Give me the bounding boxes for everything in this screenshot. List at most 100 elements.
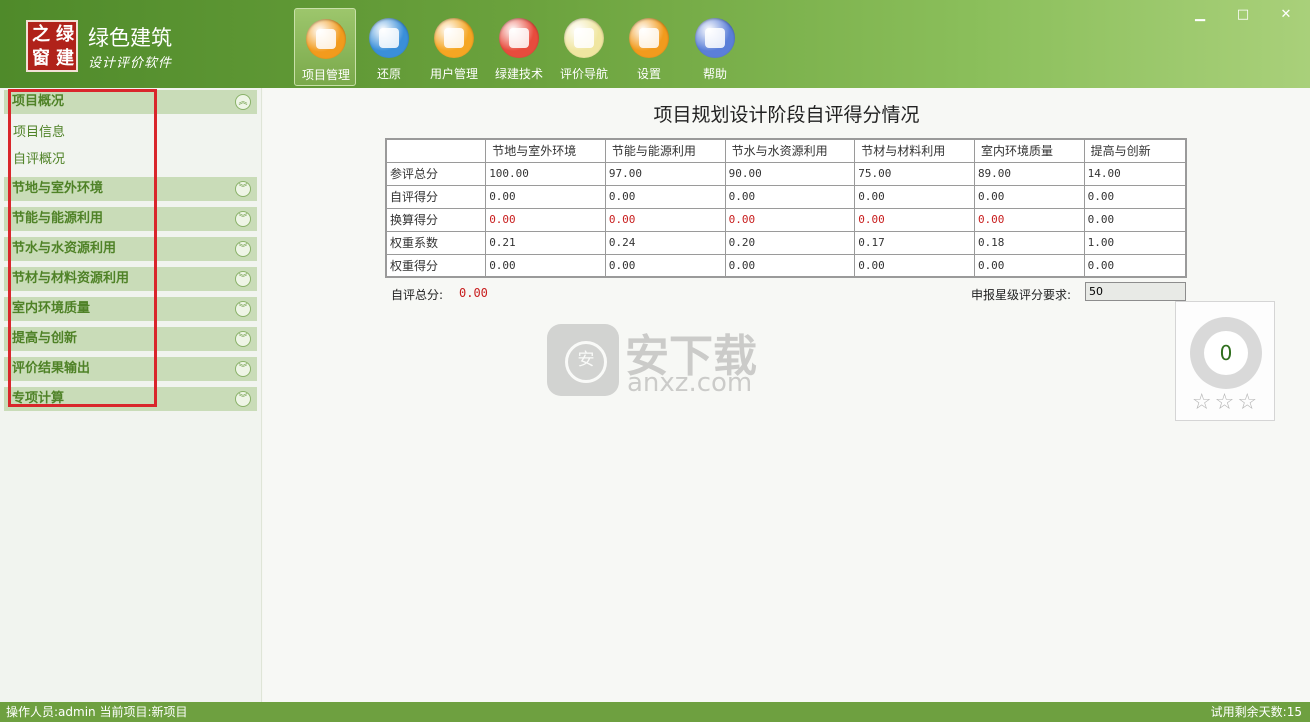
table-cell[interactable]: 0.00 [724, 184, 856, 209]
help-button[interactable]: 帮助 [684, 8, 746, 86]
table-header-row: 节地与室外环境 节能与能源利用 节水与水资源利用 节材与材料利用 室内环境质量 … [385, 138, 1187, 163]
sidebar-item-self-eval-overview[interactable]: 自评概况 [13, 148, 65, 167]
table-cell[interactable]: 1.00 [1083, 230, 1187, 255]
sidebar-section-label: 专项计算 [12, 391, 65, 406]
chevron-down-icon[interactable]: ︾ [235, 361, 251, 377]
table-cell[interactable]: 0.24 [604, 230, 726, 255]
sidebar-section-project-overview[interactable]: 项目概况 ︽ [4, 90, 257, 114]
table-cell[interactable]: 0.21 [485, 230, 606, 255]
app-title: 绿色建筑 [88, 26, 172, 50]
sidebar-section-materials[interactable]: 节材与材料资源利用 ︾ [4, 267, 257, 291]
network-icon [499, 18, 539, 58]
restore-button[interactable]: 还原 [358, 8, 420, 86]
sidebar-section-label: 节能与能源利用 [12, 211, 104, 226]
table-cell[interactable]: 100.00 [485, 161, 606, 186]
table-cell[interactable]: 75.00 [854, 161, 975, 186]
table-cell[interactable]: 89.00 [973, 161, 1085, 186]
table-cell[interactable]: 0.00 [604, 253, 726, 278]
chevron-down-icon[interactable]: ︾ [235, 271, 251, 287]
table-cell[interactable]: 0.00 [1083, 253, 1187, 278]
status-left: 操作人员:admin 当前项目:新项目 [6, 705, 188, 719]
restore-icon [369, 18, 409, 58]
row-label: 权重系数 [385, 230, 487, 255]
sidebar-section-label: 节水与水资源利用 [12, 241, 117, 256]
sidebar-section-label: 节地与室外环境 [12, 181, 104, 196]
table-cell[interactable]: 0.18 [973, 230, 1085, 255]
table-cell[interactable]: 0.00 [1083, 184, 1187, 209]
star-requirement-input[interactable] [1085, 282, 1186, 301]
table-cell[interactable]: 97.00 [604, 161, 726, 186]
chevron-down-icon[interactable]: ︾ [235, 391, 251, 407]
sidebar-nav: 项目概况 ︽ 项目信息 自评概况 节地与室外环境 ︾ 节能与能源利用 ︾ 节水与… [0, 88, 262, 702]
logo-char: 建 [56, 48, 74, 69]
table-cell[interactable]: 0.00 [973, 184, 1085, 209]
score-gauge: 0 ☆☆☆ [1175, 301, 1275, 421]
table-cell[interactable]: 0.00 [724, 253, 856, 278]
table-cell[interactable]: 0.00 [854, 207, 975, 232]
sidebar-section-results-output[interactable]: 评价结果输出 ︾ [4, 357, 257, 381]
chevron-down-icon[interactable]: ︾ [235, 331, 251, 347]
table-cell[interactable]: 0.00 [485, 207, 606, 232]
star-rating-icon: ☆☆☆ [1191, 390, 1261, 415]
sidebar-section-water[interactable]: 节水与水资源利用 ︾ [4, 237, 257, 261]
star-requirement-label: 申报星级评分要求: [971, 288, 1072, 302]
chevron-down-icon[interactable]: ︾ [235, 241, 251, 257]
table-cell[interactable]: 0.00 [604, 207, 726, 232]
toolbar-label: 设置 [636, 67, 661, 81]
sidebar-section-indoor[interactable]: 室内环境质量 ︾ [4, 297, 257, 321]
sidebar-item-project-info[interactable]: 项目信息 [13, 121, 65, 140]
table-cell[interactable]: 0.00 [485, 184, 606, 209]
row-label: 自评得分 [385, 184, 487, 209]
page-title: 项目规划设计阶段自评得分情况 [653, 104, 920, 126]
table-cell[interactable]: 0.00 [854, 184, 975, 209]
close-button[interactable]: ✕ [1276, 6, 1296, 24]
table-cell[interactable]: 0.00 [485, 253, 606, 278]
chevron-down-icon[interactable]: ︾ [235, 211, 251, 227]
sidebar-section-label: 提高与创新 [12, 331, 78, 346]
status-trial-days: 试用剩余天数:15 [1210, 705, 1302, 719]
user-icon [434, 18, 474, 58]
chevron-up-icon[interactable]: ︽ [235, 94, 251, 110]
sidebar-section-energy[interactable]: 节能与能源利用 ︾ [4, 207, 257, 231]
sidebar-section-innovation[interactable]: 提高与创新 ︾ [4, 327, 257, 351]
app-subtitle: 设计评价软件 [88, 56, 173, 71]
chevron-down-icon[interactable]: ︾ [235, 301, 251, 317]
table-cell[interactable]: 0.00 [973, 253, 1085, 278]
table-cell[interactable]: 0.00 [973, 207, 1085, 232]
toolbar-label: 用户管理 [429, 67, 478, 81]
green-tech-button[interactable]: 绿建技术 [488, 8, 550, 86]
table-row: 换算得分 0.00 0.00 0.00 0.00 0.00 0.00 [385, 207, 1187, 232]
chevron-down-icon[interactable]: ︾ [235, 181, 251, 197]
gear-icon [629, 18, 669, 58]
table-cell[interactable]: 0.20 [724, 230, 856, 255]
table-cell[interactable]: 0.00 [854, 253, 975, 278]
user-management-button[interactable]: 用户管理 [423, 8, 485, 86]
app-logo: 之 绿 窗 建 [26, 20, 78, 72]
table-cell[interactable]: 0.00 [604, 184, 726, 209]
table-cell[interactable]: 0.17 [854, 230, 975, 255]
evaluation-nav-button[interactable]: 评价导航 [553, 8, 615, 86]
minimize-button[interactable]: ▁ [1190, 6, 1210, 24]
maximize-button[interactable]: □ [1233, 6, 1253, 24]
table-cell[interactable]: 90.00 [724, 161, 856, 186]
toolbar-label: 项目管理 [301, 68, 350, 82]
sidebar-section-special-calc[interactable]: 专项计算 ︾ [4, 387, 257, 411]
table-row: 参评总分 100.00 97.00 90.00 75.00 89.00 14.00 [385, 161, 1187, 186]
column-header: 提高与创新 [1083, 138, 1187, 163]
toolbar-label: 绿建技术 [494, 67, 543, 81]
toolbar-label: 还原 [376, 67, 401, 81]
table-cell[interactable]: 14.00 [1083, 161, 1187, 186]
settings-button[interactable]: 设置 [618, 8, 680, 86]
sidebar-section-land[interactable]: 节地与室外环境 ︾ [4, 177, 257, 201]
column-header: 节材与材料利用 [854, 138, 975, 163]
column-header: 节水与水资源利用 [724, 138, 856, 163]
status-bar: 操作人员:admin 当前项目:新项目 试用剩余天数:15 [0, 702, 1310, 722]
row-label: 参评总分 [385, 161, 487, 186]
table-cell[interactable]: 0.00 [1083, 207, 1187, 232]
table-row: 权重得分 0.00 0.00 0.00 0.00 0.00 0.00 [385, 253, 1187, 278]
table-cell[interactable]: 0.00 [724, 207, 856, 232]
logo-char: 窗 [32, 48, 50, 69]
table-row: 自评得分 0.00 0.00 0.00 0.00 0.00 0.00 [385, 184, 1187, 209]
project-management-button[interactable]: 项目管理 [294, 8, 356, 86]
main-panel: 项目规划设计阶段自评得分情况 节地与室外环境 节能与能源利用 节水与水资源利用 … [263, 88, 1310, 702]
